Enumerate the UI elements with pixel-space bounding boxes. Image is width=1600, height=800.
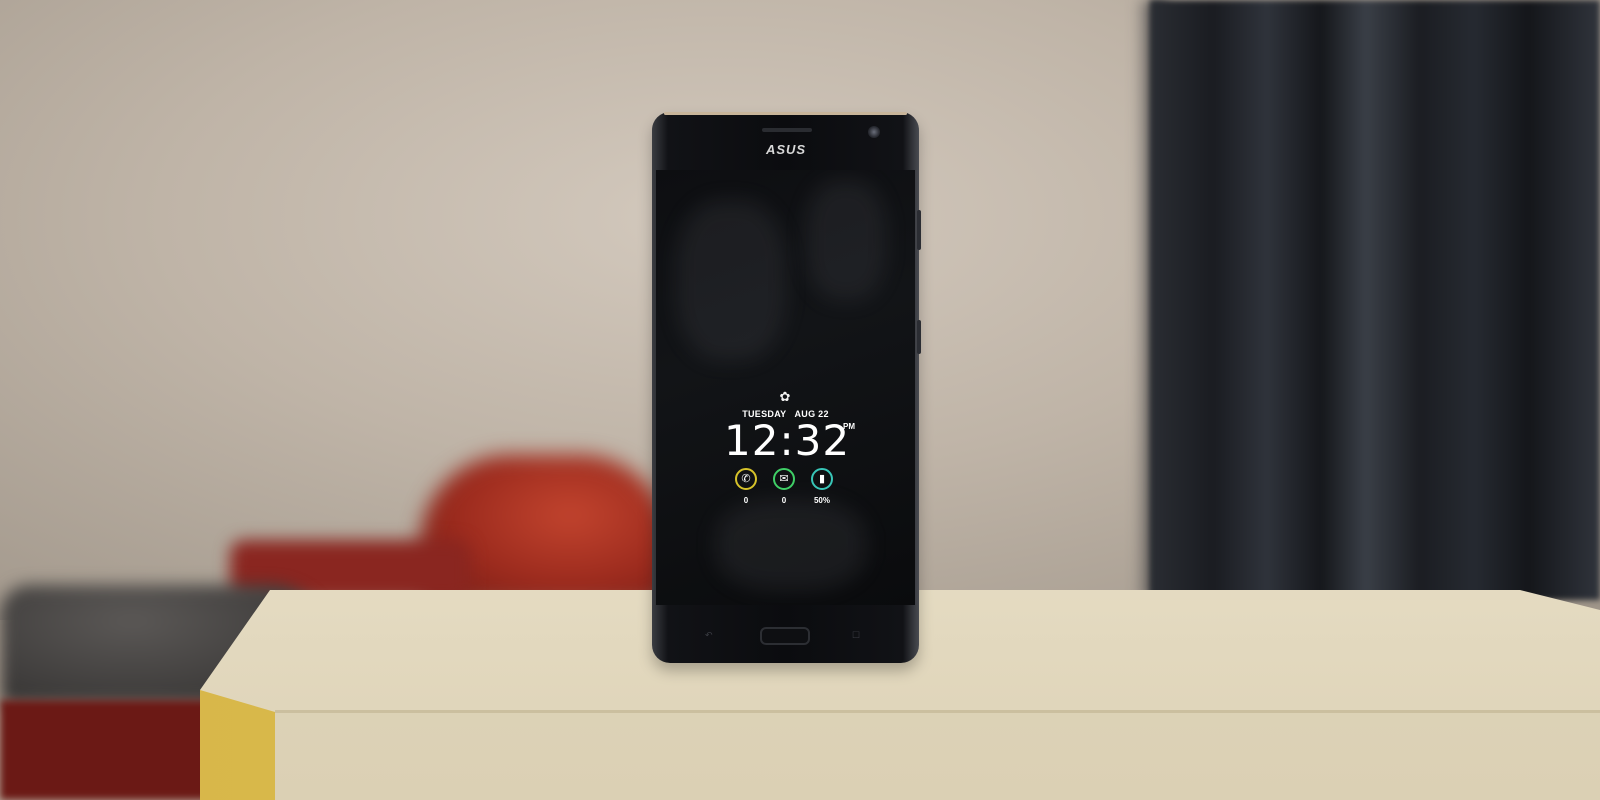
battery-level: 50% xyxy=(813,496,830,505)
earpiece-speaker xyxy=(762,128,812,132)
clock-time: 12:32 xyxy=(724,416,851,465)
missed-calls-indicator[interactable]: ✆ 0 xyxy=(733,468,759,505)
clock-ampm: PM xyxy=(843,422,855,431)
dark-curtain xyxy=(1150,0,1600,600)
phone-screen: ✿ TUESDAY AUG 22 12:32 PM ✆ 0 ✉ 0 ▮ 50% xyxy=(656,170,915,605)
table-edge-line xyxy=(275,710,1600,713)
message-icon: ✉ xyxy=(773,468,795,490)
recent-apps-key-icon[interactable]: ☐ xyxy=(852,631,864,640)
volume-button xyxy=(917,210,921,250)
screen-reflection xyxy=(806,180,886,300)
phone-top-rim xyxy=(664,112,907,115)
messages-count: 0 xyxy=(781,496,787,505)
phone-icon: ✆ xyxy=(735,468,757,490)
front-camera-icon xyxy=(868,126,880,138)
screen-reflection xyxy=(716,500,866,590)
battery-indicator[interactable]: ▮ 50% xyxy=(809,468,835,505)
screen-reflection xyxy=(676,200,786,360)
photo-scene: ASUS ✿ TUESDAY AUG 22 12:32 PM ✆ 0 ✉ 0 ▮ … xyxy=(0,0,1600,800)
brand-logo: ASUS xyxy=(765,142,807,157)
messages-indicator[interactable]: ✉ 0 xyxy=(771,468,797,505)
missed-calls-count: 0 xyxy=(743,496,749,505)
always-on-display-icon: ✿ xyxy=(779,389,791,404)
battery-icon: ▮ xyxy=(811,468,833,490)
back-key-icon[interactable]: ↶ xyxy=(705,631,717,640)
home-button[interactable] xyxy=(760,627,810,645)
red-floor-object xyxy=(0,700,210,800)
power-button xyxy=(917,320,921,354)
